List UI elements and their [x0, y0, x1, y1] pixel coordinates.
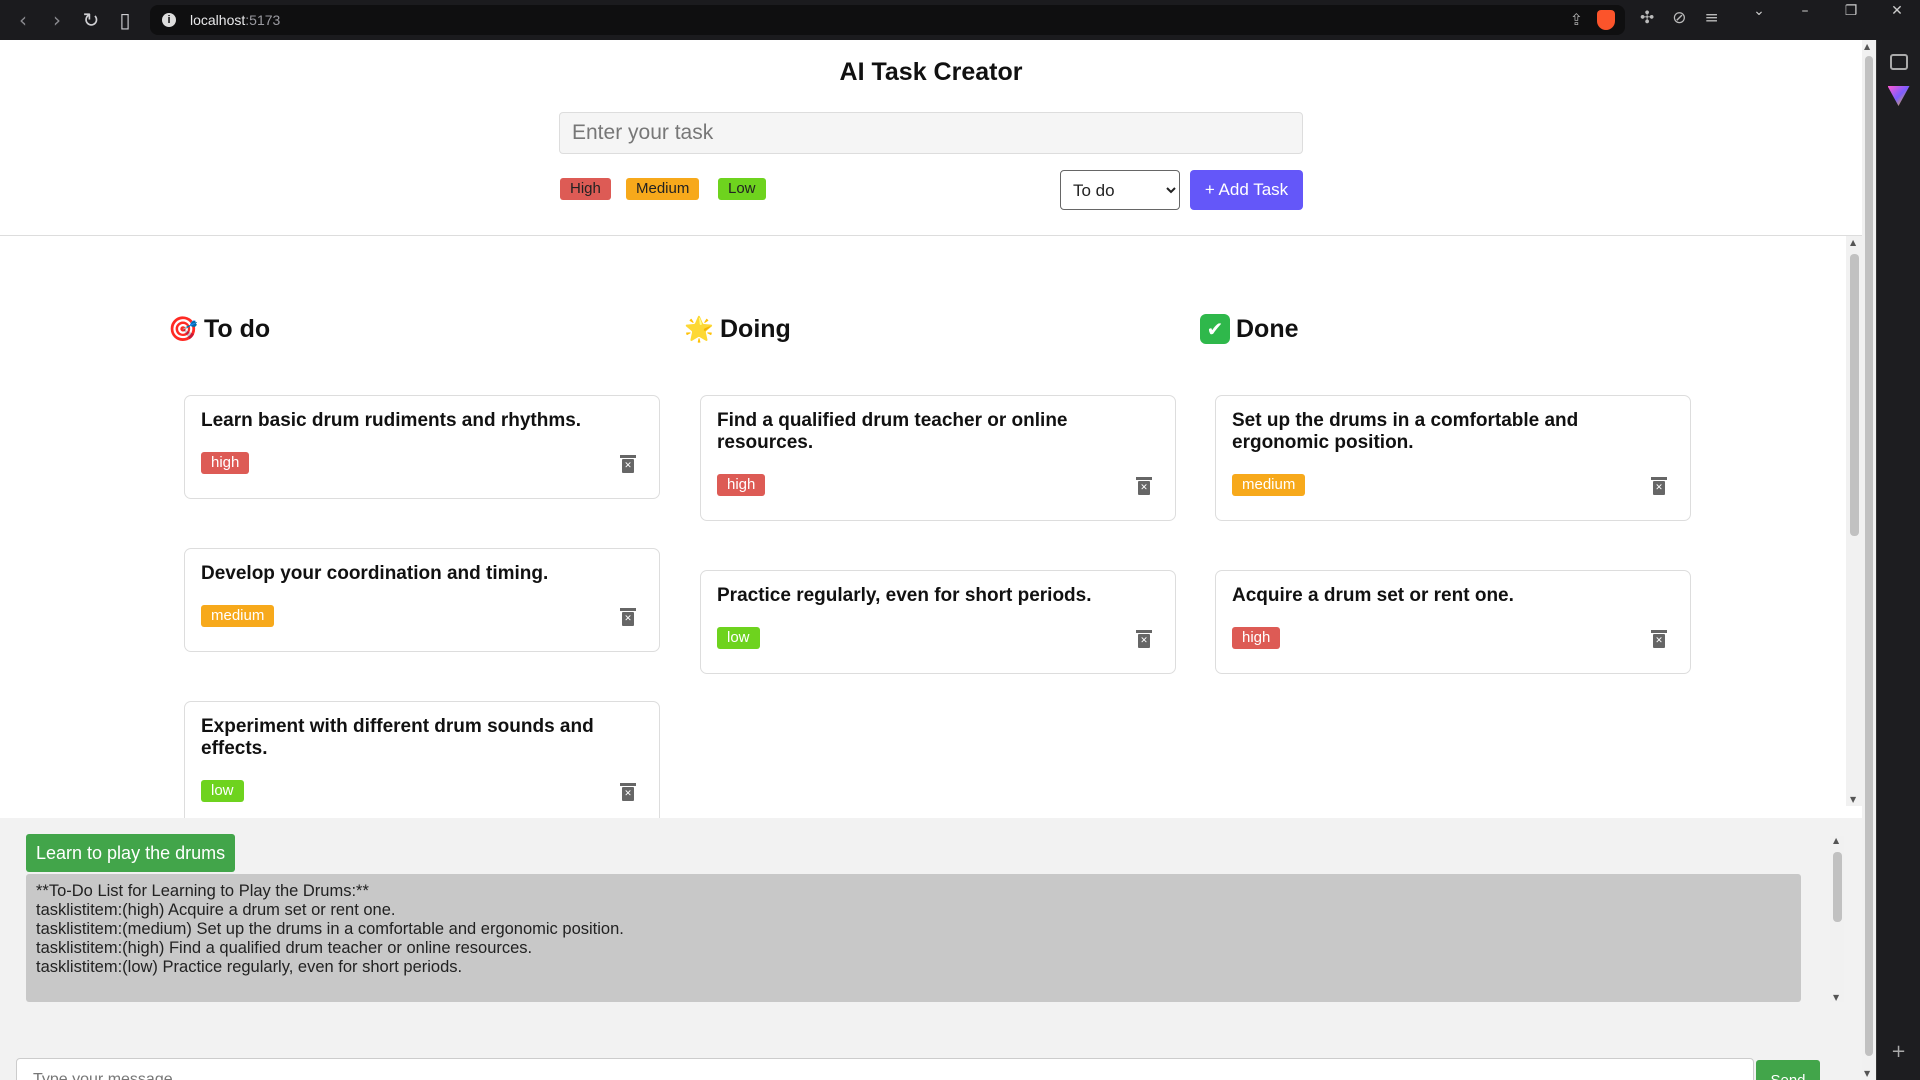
task-card[interactable]: Acquire a drum set or rent one. high ✕	[1215, 570, 1691, 674]
app-page: AI Task Creator High Medium Low To do Do…	[0, 40, 1862, 1080]
column-title: Doing	[720, 314, 791, 343]
delete-icon[interactable]: ✕	[1651, 477, 1667, 495]
board-scroll-thumb[interactable]	[1850, 254, 1859, 536]
forward-icon[interactable]: ›	[40, 3, 74, 37]
priority-badge: medium	[201, 605, 275, 627]
task-input[interactable]	[559, 112, 1303, 154]
column-header-done: ✔ Done	[1200, 314, 1299, 344]
column-title: To do	[204, 314, 271, 343]
restore-icon[interactable]: ❐	[1828, 0, 1874, 24]
chat-scrollbar[interactable]: ▲ ▼	[1830, 836, 1844, 1002]
priority-badge: high	[717, 474, 766, 496]
delete-icon[interactable]: ✕	[1136, 630, 1152, 648]
chat-scroll-thumb[interactable]	[1833, 852, 1842, 922]
back-icon[interactable]: ‹	[6, 3, 40, 37]
browser-toolbar: ‹ › ↻ ▯ i localhost:5173 ⇪ ✣ ⊘ ≡ ⌄ – ❐ ✕	[0, 0, 1920, 40]
delete-icon[interactable]: ✕	[620, 455, 636, 473]
column-title: Done	[1236, 314, 1299, 343]
sidebar-toggle-icon[interactable]	[1889, 54, 1908, 70]
message-input[interactable]	[16, 1058, 1754, 1080]
send-button[interactable]: Send	[1756, 1060, 1820, 1080]
status-select[interactable]: To do Doing Done	[1060, 170, 1180, 210]
task-card[interactable]: Find a qualified drum teacher or online …	[700, 395, 1176, 521]
task-text: Develop your coordination and timing.	[201, 563, 549, 584]
reload-icon[interactable]: ↻	[74, 3, 108, 37]
add-panel-icon[interactable]: +	[1891, 1041, 1906, 1062]
brave-shields-icon[interactable]	[1597, 10, 1615, 30]
ai-response: **To-Do List for Learning to Play the Dr…	[26, 874, 1801, 1002]
target-icon: 🎯	[168, 315, 198, 343]
task-card[interactable]: Learn basic drum rudiments and rhythms. …	[184, 395, 660, 499]
address-bar[interactable]: i localhost:5173 ⇪	[150, 5, 1625, 35]
priority-badge: low	[201, 780, 244, 802]
response-line: tasklistitem:(high) Find a qualified dru…	[36, 939, 533, 957]
delete-icon[interactable]: ✕	[620, 608, 636, 626]
task-card[interactable]: Practice regularly, even for short perio…	[700, 570, 1176, 674]
task-card[interactable]: Set up the drums in a comfortable and er…	[1215, 395, 1691, 521]
add-task-button[interactable]: + Add Task	[1190, 170, 1303, 210]
task-board: 🎯 To do Learn basic drum rudiments and r…	[0, 236, 1862, 818]
priority-badge: high	[1232, 627, 1281, 649]
priority-high-button[interactable]: High	[560, 178, 611, 200]
url-port: :5173	[245, 12, 281, 28]
response-line: tasklistitem:(high) Acquire a drum set o…	[36, 901, 396, 919]
board-scrollbar[interactable]: ▲ ▼	[1846, 236, 1862, 806]
leo-ai-icon[interactable]	[1887, 86, 1910, 106]
star-icon: 🌟	[684, 315, 714, 343]
priority-medium-button[interactable]: Medium	[626, 178, 700, 200]
task-text: Find a qualified drum teacher or online …	[717, 410, 1068, 453]
response-line: tasklistitem:(medium) Set up the drums i…	[36, 920, 624, 938]
share-icon[interactable]: ⇪	[1570, 10, 1583, 30]
extensions-icon[interactable]: ✣	[1640, 8, 1654, 28]
bookmark-icon[interactable]: ▯	[108, 3, 142, 37]
tab-search-icon[interactable]: ⌄	[1736, 0, 1782, 24]
url-host: localhost	[190, 12, 246, 28]
browser-sidebar: +	[1876, 40, 1920, 1080]
task-text: Acquire a drum set or rent one.	[1232, 585, 1514, 606]
page-scrollbar[interactable]: ▲ ▼	[1862, 40, 1876, 1080]
priority-badge: medium	[1232, 474, 1306, 496]
chat-panel: Learn to play the drums **To-Do List for…	[0, 818, 1862, 1080]
response-line: tasklistitem:(low) Practice regularly, e…	[36, 958, 463, 976]
user-prompt-bubble[interactable]: Learn to play the drums	[26, 834, 236, 872]
priority-badge: high	[201, 452, 250, 474]
delete-icon[interactable]: ✕	[1651, 630, 1667, 648]
site-info-icon[interactable]: i	[162, 13, 176, 27]
priority-low-button[interactable]: Low	[718, 178, 766, 200]
task-text: Practice regularly, even for short perio…	[717, 585, 1092, 606]
task-text: Experiment with different drum sounds an…	[201, 716, 594, 759]
delete-icon[interactable]: ✕	[620, 783, 636, 801]
page-title: AI Task Creator	[839, 58, 1023, 86]
delete-icon[interactable]: ✕	[1136, 477, 1152, 495]
minimize-icon[interactable]: –	[1782, 0, 1828, 24]
task-card[interactable]: Experiment with different drum sounds an…	[184, 701, 660, 818]
priority-badge: low	[717, 627, 760, 649]
task-card[interactable]: Develop your coordination and timing. me…	[184, 548, 660, 652]
response-line: **To-Do List for Learning to Play the Dr…	[36, 882, 369, 900]
page-scroll-thumb[interactable]	[1865, 56, 1873, 1056]
menu-icon[interactable]: ≡	[1705, 8, 1719, 28]
close-icon[interactable]: ✕	[1874, 0, 1920, 24]
task-text: Learn basic drum rudiments and rhythms.	[201, 410, 582, 431]
check-icon: ✔	[1200, 314, 1230, 344]
vpn-icon[interactable]: ⊘	[1672, 8, 1686, 28]
column-header-doing: 🌟 Doing	[684, 314, 791, 344]
task-text: Set up the drums in a comfortable and er…	[1232, 410, 1579, 453]
column-header-todo: 🎯 To do	[168, 314, 270, 344]
